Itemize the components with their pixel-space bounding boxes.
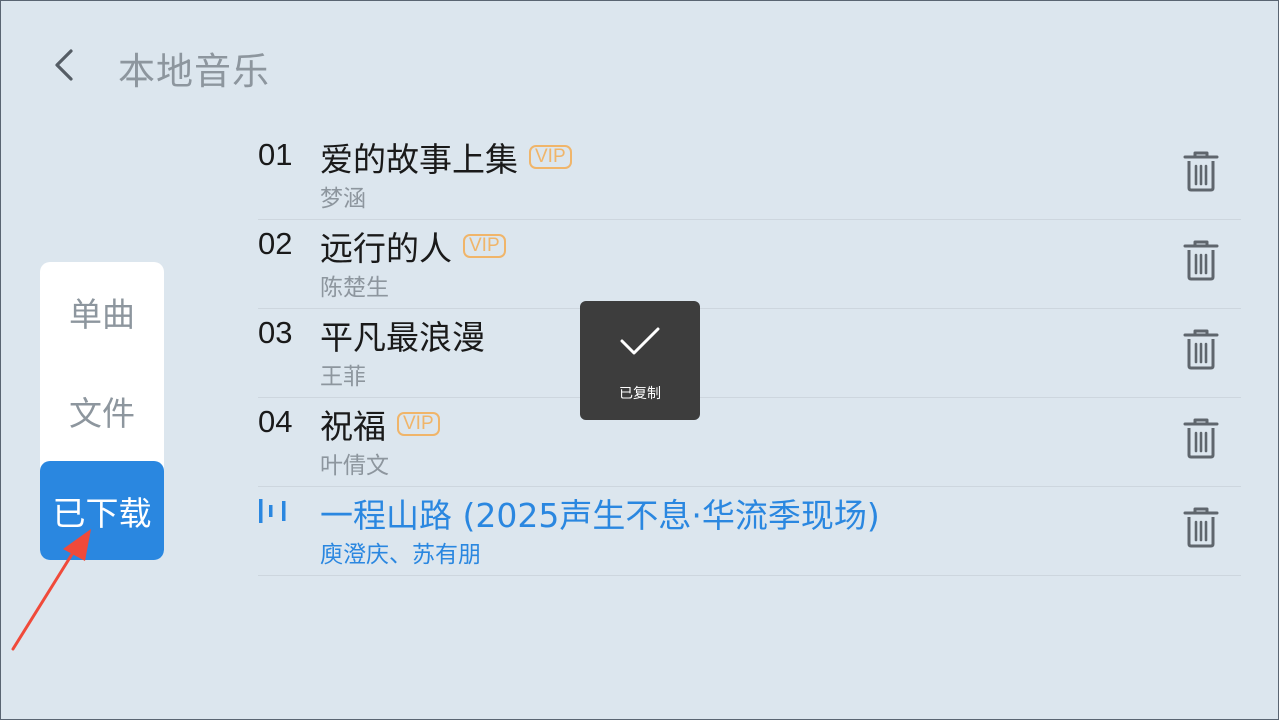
now-playing-icon	[258, 499, 288, 527]
song-number: 01	[258, 137, 293, 172]
tab-files[interactable]: 文件	[40, 361, 164, 461]
trash-icon	[1183, 418, 1219, 459]
vip-badge: VIP	[529, 145, 572, 169]
annotation-arrow-icon	[11, 529, 91, 651]
delete-button[interactable]	[1181, 505, 1221, 549]
song-artist: 王菲	[320, 364, 366, 390]
song-title: 平凡最浪漫	[320, 318, 485, 357]
tab-singles[interactable]: 单曲	[40, 262, 164, 362]
vip-badge: VIP	[463, 234, 506, 258]
toast-message: 已复制	[619, 386, 661, 402]
song-title: 祝福	[320, 407, 386, 446]
song-list: 01 爱的故事上集 VIP 梦涵 02 远行的人 VIP 陈楚生 03 平凡最浪…	[258, 131, 1241, 576]
list-item[interactable]: 01 爱的故事上集 VIP 梦涵	[258, 131, 1241, 220]
trash-icon	[1183, 329, 1219, 370]
song-title: 远行的人	[320, 229, 452, 268]
delete-button[interactable]	[1181, 327, 1221, 371]
delete-button[interactable]	[1181, 416, 1221, 460]
checkmark-icon	[620, 325, 660, 361]
song-title: 爱的故事上集	[320, 140, 518, 179]
list-item-playing[interactable]: 一程山路 (2025声生不息·华流季现场) 庾澄庆、苏有朋	[258, 487, 1241, 576]
song-number: 03	[258, 315, 293, 350]
list-item[interactable]: 03 平凡最浪漫 王菲	[258, 309, 1241, 398]
header: 本地音乐	[1, 1, 1278, 131]
delete-button[interactable]	[1181, 149, 1221, 193]
song-number: 04	[258, 404, 293, 439]
category-tabs: 单曲 文件 已下载	[40, 262, 164, 560]
vip-badge: VIP	[397, 412, 440, 436]
trash-icon	[1183, 240, 1219, 281]
back-button[interactable]	[47, 43, 87, 87]
trash-icon	[1183, 507, 1219, 548]
song-artist: 叶倩文	[320, 453, 389, 479]
song-title: 一程山路 (2025声生不息·华流季现场)	[320, 496, 880, 535]
page-title: 本地音乐	[118, 50, 270, 93]
song-number: 02	[258, 226, 293, 261]
list-item[interactable]: 02 远行的人 VIP 陈楚生	[258, 220, 1241, 309]
trash-icon	[1183, 151, 1219, 192]
delete-button[interactable]	[1181, 238, 1221, 282]
copied-toast: 已复制	[580, 301, 700, 420]
song-artist: 庾澄庆、苏有朋	[320, 542, 481, 568]
chevron-left-icon	[55, 49, 73, 81]
list-item[interactable]: 04 祝福 VIP 叶倩文	[258, 398, 1241, 487]
song-artist: 陈楚生	[320, 275, 389, 301]
song-artist: 梦涵	[320, 186, 366, 212]
